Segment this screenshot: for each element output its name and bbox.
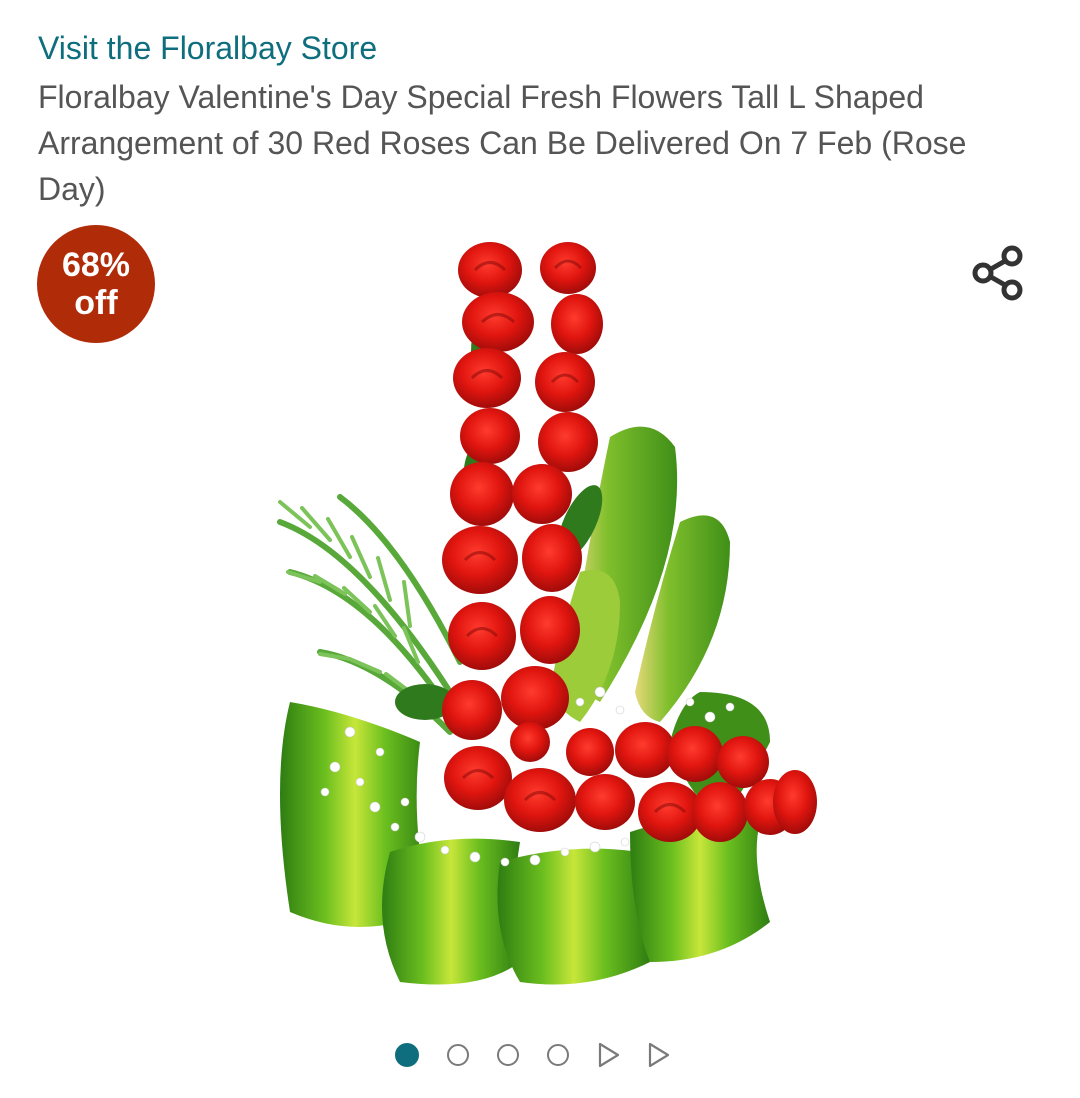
- product-title: Floralbay Valentine's Day Special Fresh …: [38, 79, 967, 207]
- carousel-dot-2[interactable]: [447, 1044, 469, 1066]
- carousel-dot-1[interactable]: [395, 1043, 419, 1067]
- carousel-video-2-play-icon[interactable]: [647, 1042, 671, 1068]
- carousel-dot-3[interactable]: [497, 1044, 519, 1066]
- carousel-indicators: [395, 1037, 697, 1073]
- discount-percent: 68%: [61, 246, 131, 284]
- store-link[interactable]: Visit the Floralbay Store: [38, 26, 377, 70]
- share-icon: [972, 245, 1023, 301]
- product-image[interactable]: [250, 222, 840, 992]
- rose-arrangement-illustration: [277, 242, 817, 985]
- carousel-dot-4[interactable]: [547, 1044, 569, 1066]
- discount-off-label: off: [74, 284, 118, 322]
- discount-badge: 68% off: [37, 225, 155, 343]
- carousel-video-1-play-icon[interactable]: [597, 1042, 621, 1068]
- share-button[interactable]: [962, 238, 1034, 310]
